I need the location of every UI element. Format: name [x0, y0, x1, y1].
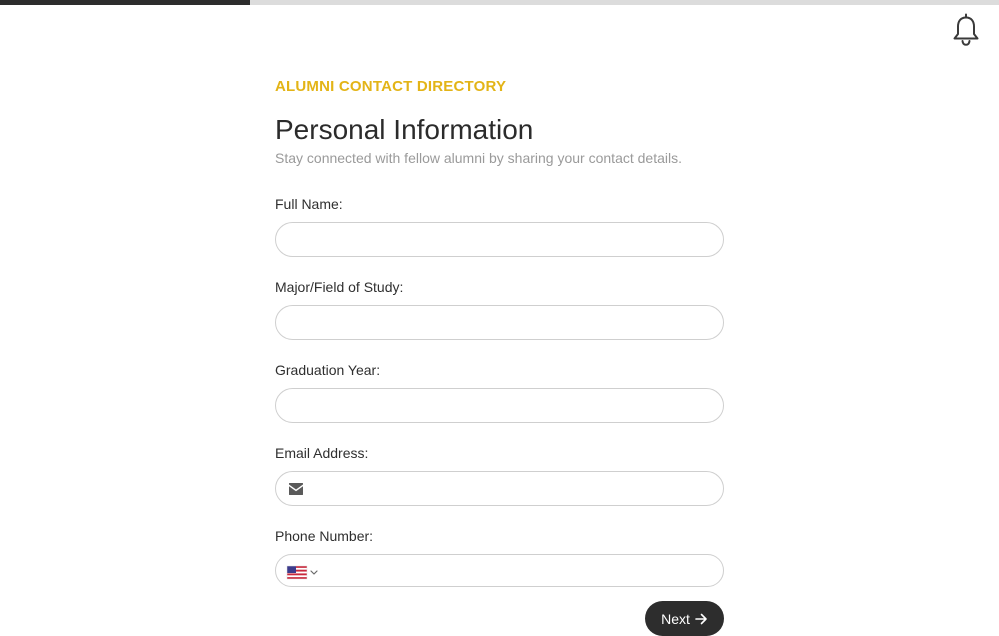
- next-button-label: Next: [661, 610, 690, 627]
- major-field: Major/Field of Study:: [275, 278, 724, 340]
- personal-info-form: ALUMNI CONTACT DIRECTORY Personal Inform…: [275, 78, 724, 636]
- full-name-input-wrap: [275, 222, 724, 257]
- next-button[interactable]: Next: [645, 601, 724, 636]
- email-input[interactable]: [276, 472, 723, 505]
- progress-bar-fill: [0, 0, 250, 5]
- graduation-year-input[interactable]: [276, 389, 723, 422]
- page-subtitle: Stay connected with fellow alumni by sha…: [275, 150, 682, 166]
- us-flag-icon: [286, 565, 308, 580]
- form-actions: Next: [275, 601, 724, 636]
- section-eyebrow: ALUMNI CONTACT DIRECTORY: [275, 78, 507, 95]
- progress-bar: [0, 0, 999, 5]
- country-code-select[interactable]: [286, 564, 322, 580]
- full-name-input[interactable]: [276, 223, 723, 256]
- envelope-icon: [289, 483, 303, 495]
- full-name-field: Full Name:: [275, 195, 724, 257]
- phone-field: Phone Number:: [275, 527, 724, 587]
- major-input-wrap: [275, 305, 724, 340]
- bell-icon[interactable]: [950, 12, 982, 48]
- chevron-down-icon: [310, 570, 318, 575]
- email-input-wrap: [275, 471, 724, 506]
- full-name-label: Full Name:: [275, 196, 343, 212]
- arrow-right-icon: [695, 613, 707, 624]
- phone-input-wrap: [275, 554, 724, 587]
- phone-input[interactable]: [276, 555, 723, 586]
- major-input[interactable]: [276, 306, 723, 339]
- graduation-year-field: Graduation Year:: [275, 361, 724, 423]
- graduation-year-input-wrap: [275, 388, 724, 423]
- major-label: Major/Field of Study:: [275, 279, 404, 295]
- email-field: Email Address:: [275, 444, 724, 506]
- graduation-year-label: Graduation Year:: [275, 362, 381, 378]
- page-title: Personal Information: [275, 114, 534, 145]
- phone-label: Phone Number:: [275, 528, 374, 544]
- email-label: Email Address:: [275, 445, 369, 461]
